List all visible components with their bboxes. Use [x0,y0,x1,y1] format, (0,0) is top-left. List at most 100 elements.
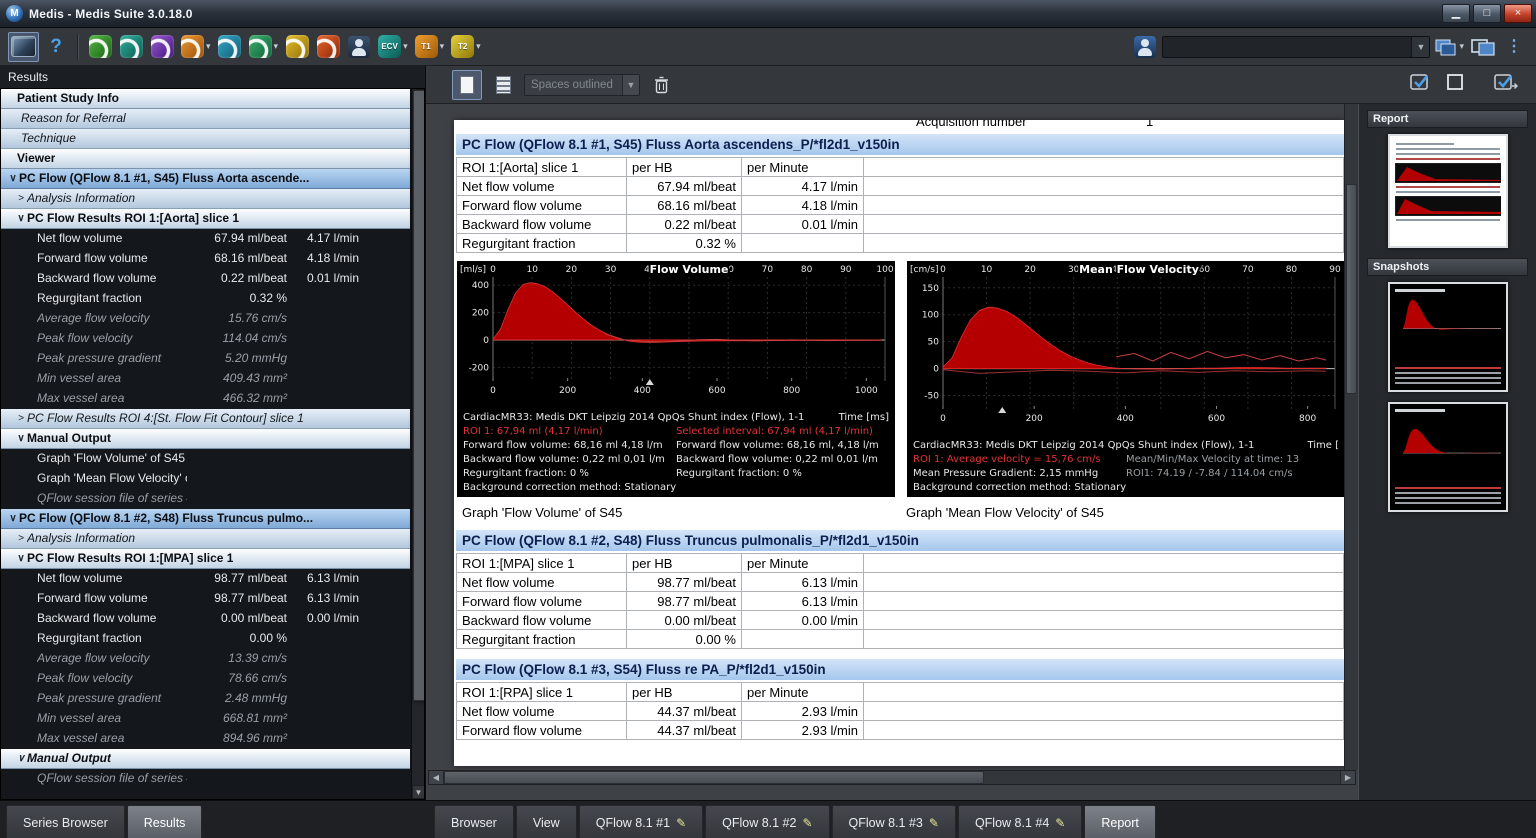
app-icon-yellow-swirl[interactable] [283,32,311,62]
report-page-thumbnail[interactable] [1388,134,1508,248]
minimize-button[interactable]: ▁ [1442,4,1470,23]
tree-item[interactable]: ∨PC Flow (QFlow 8.1 #1, S45) Fluss Aorta… [1,169,410,189]
tab-qflow-8-1-3[interactable]: QFlow 8.1 #3✎ [832,805,956,838]
tree-expand-icon[interactable]: ∨ [15,209,27,228]
tree-expand-icon[interactable]: ∨ [15,429,27,448]
tree-item-value: 6.13 l/min [287,589,359,609]
add-patient-icon[interactable] [1131,32,1159,62]
help-icon[interactable]: ? [42,32,70,62]
scroll-right-arrow[interactable]: ▶ [1340,771,1355,784]
tree-item-label: Peak pressure gradient [37,689,187,709]
tree-expand-icon[interactable]: ∨ [15,749,27,768]
app-icon-green-swirl[interactable] [86,32,114,62]
tree-item[interactable]: ∨Manual Output [1,429,410,449]
swirl-icon [249,35,272,58]
scrollbar-thumb[interactable] [444,771,984,784]
tree-expand-icon[interactable]: > [15,409,27,428]
page-view-button[interactable] [452,70,482,100]
tree-item[interactable]: Min vessel area668.81 mm² [1,709,410,729]
spaces-dropdown[interactable]: Spaces outlined ▼ [524,74,640,96]
tree-item[interactable]: Viewer [1,149,410,169]
tree-item[interactable]: QFlow session file of series 48 [1,769,410,789]
overflow-menu-button[interactable]: ⋮ [1500,32,1528,62]
tree-item[interactable]: Peak flow velocity114.04 cm/s [1,329,410,349]
tree-item[interactable]: ∨PC Flow (QFlow 8.1 #2, S48) Fluss Trunc… [1,509,410,529]
combo-caret-icon[interactable]: ▼ [1411,37,1429,57]
finalize-report-button[interactable] [1494,72,1518,97]
tree-item[interactable]: Forward flow volume98.77 ml/beat6.13 l/m… [1,589,410,609]
snapshot-frame-button[interactable] [1446,73,1464,96]
tree-item[interactable]: Graph 'Mean Flow Velocity' of S45 [1,469,410,489]
report-vertical-scrollbar[interactable] [1344,104,1358,770]
app-icon-green2-swirl[interactable]: ▾ [247,32,281,62]
tree-expand-icon[interactable]: ∨ [7,509,19,528]
snapshot-thumbnail-mean-velocity[interactable] [1388,402,1508,512]
approve-report-button[interactable] [1410,72,1432,97]
app-icon-contacts[interactable] [345,32,373,62]
tree-item[interactable]: Forward flow volume68.16 ml/beat4.18 l/m… [1,249,410,269]
tree-item[interactable]: Reason for Referral [1,109,410,129]
app-icon-red-swirl[interactable] [314,32,342,62]
results-tree-scrollbar[interactable]: ▼ [411,89,424,799]
tree-item[interactable]: ∨PC Flow Results ROI 1:[Aorta] slice 1 [1,209,410,229]
tab-view[interactable]: View [516,805,577,838]
tab-browser[interactable]: Browser [434,805,514,838]
scrollbar-thumb[interactable] [413,90,425,701]
tree-item[interactable]: Regurgitant fraction0.32 % [1,289,410,309]
tree-item[interactable]: Backward flow volume0.22 ml/beat0.01 l/m… [1,269,410,289]
tree-item[interactable]: Graph 'Flow Volume' of S45 [1,449,410,469]
tree-item[interactable]: >Analysis Information [1,189,410,209]
app-icon-t1[interactable]: T1▾ [413,32,447,62]
patient-search-combo[interactable]: ▼ [1162,36,1430,58]
delete-button[interactable] [646,70,676,100]
tree-expand-icon[interactable]: ∨ [15,549,27,568]
tree-item[interactable]: Technique [1,129,410,149]
tree-item[interactable]: Max vessel area466.32 mm² [1,389,410,409]
tree-item[interactable]: Peak pressure gradient2.48 mmHg [1,689,410,709]
app-icon-blue-swirl[interactable] [216,32,244,62]
tree-item[interactable]: Min vessel area409.43 mm² [1,369,410,389]
tree-item[interactable]: Patient Study Info [1,89,410,109]
tree-item[interactable]: ∨PC Flow Results ROI 1:[MPA] slice 1 [1,549,410,569]
scroll-down-arrow[interactable]: ▼ [412,785,425,799]
scroll-left-arrow[interactable]: ◀ [429,771,444,784]
app-icon-purple-swirl[interactable] [148,32,176,62]
tree-item[interactable]: Net flow volume98.77 ml/beat6.13 l/min [1,569,410,589]
tab-results[interactable]: Results [127,805,203,838]
tree-item[interactable]: Regurgitant fraction0.00 % [1,629,410,649]
maximize-button[interactable]: □ [1473,4,1501,23]
tab-report[interactable]: Report [1084,805,1156,838]
tree-item[interactable]: Average flow velocity13.39 cm/s [1,649,410,669]
app-icon-teal-swirl[interactable] [117,32,145,62]
report-horizontal-scrollbar[interactable]: ◀ ▶ [428,770,1356,785]
tree-item[interactable]: >Analysis Information [1,529,410,549]
tree-item[interactable]: Peak flow velocity78.66 cm/s [1,669,410,689]
tree-item[interactable]: Average flow velocity15.76 cm/s [1,309,410,329]
tree-expand-icon[interactable]: > [15,529,27,548]
tree-item[interactable]: Peak pressure gradient5.20 mmHg [1,349,410,369]
tab-qflow-8-1-1[interactable]: QFlow 8.1 #1✎ [579,805,703,838]
scrollbar-thumb[interactable] [1346,184,1357,394]
app-icon-t2[interactable]: T2▾ [449,32,483,62]
close-button[interactable]: × [1504,4,1532,23]
tree-item[interactable]: ∨Manual Output [1,749,410,769]
tab-qflow-8-1-2[interactable]: QFlow 8.1 #2✎ [705,805,829,838]
tree-item[interactable]: QFlow session file of series 45 [1,489,410,509]
tree-item[interactable]: Net flow volume67.94 ml/beat4.17 l/min [1,229,410,249]
text-view-button[interactable] [488,70,518,100]
app-icon-orange-swirl[interactable]: ▾ [179,32,213,62]
viewer-layout-icon[interactable] [8,32,39,62]
spaces-caret-icon[interactable]: ▼ [622,75,639,95]
tab-qflow-8-1-4[interactable]: QFlow 8.1 #4✎ [958,805,1082,838]
tab-series-browser[interactable]: Series Browser [6,805,125,838]
app-icon-ecv[interactable]: ECV▾ [376,32,410,62]
tree-expand-icon[interactable]: ∨ [7,169,19,188]
tree-item[interactable]: Backward flow volume0.00 ml/beat0.00 l/m… [1,609,410,629]
tree-item[interactable]: Max vessel area894.96 mm² [1,729,410,749]
tree-expand-icon[interactable]: > [15,189,27,208]
switch-workspace-button[interactable] [1469,32,1497,62]
report-viewport[interactable]: Acquisition number 1 PC Flow (QFlow 8.1 … [426,104,1358,800]
tree-item[interactable]: >PC Flow Results ROI 4:[St. Flow Fit Con… [1,409,410,429]
window-layout-button[interactable]: ▾ [1433,32,1466,62]
snapshot-thumbnail-flow-volume[interactable] [1388,282,1508,392]
